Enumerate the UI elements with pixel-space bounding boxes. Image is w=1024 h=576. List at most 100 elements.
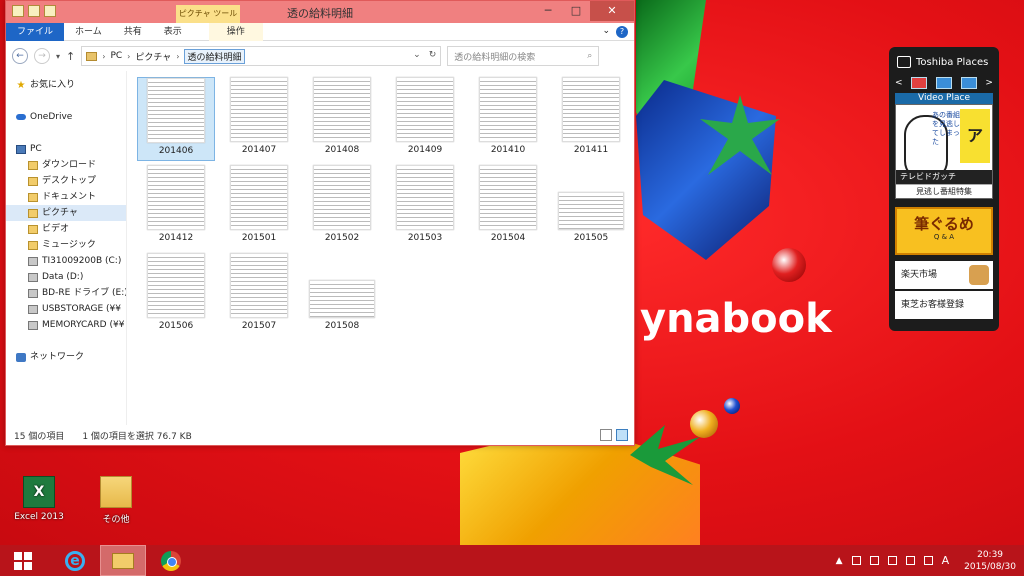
file-item[interactable]: 201507 — [220, 253, 298, 337]
sidebar-item-drive-d[interactable]: Data (D:) — [6, 269, 126, 285]
file-grid: 201406 201407 201408 201409 201410 201411 2014… — [127, 71, 634, 425]
breadcrumb-pictures[interactable]: ピクチャ — [135, 50, 171, 63]
sidebar-item-label: ミュージック — [42, 240, 96, 250]
internet-explorer-icon: e — [65, 550, 85, 571]
desktop-icon-other-folder[interactable]: その他 — [87, 476, 145, 525]
tab-share[interactable]: 共有 — [113, 23, 153, 41]
battery-icon[interactable] — [887, 556, 897, 565]
toshiba-places-title: Toshiba Places — [916, 56, 989, 68]
address-bar[interactable]: › PC › ピクチャ › 透の給料明細 ⌄ ↻ — [81, 46, 442, 66]
file-name: 201407 — [241, 145, 277, 155]
close-button[interactable]: ✕ — [590, 1, 634, 21]
window-controls: ─ □ ✕ — [534, 1, 634, 21]
sidebar-item-label: USBSTORAGE (¥¥ — [42, 304, 121, 314]
navigation-bar: ← → ▾ ↑ › PC › ピクチャ › 透の給料明細 ⌄ ↻ 透の給料明細の… — [6, 41, 634, 71]
file-name: 201410 — [490, 145, 526, 155]
minimize-button[interactable]: ─ — [534, 1, 562, 21]
file-name: 201503 — [407, 233, 443, 243]
file-item[interactable]: 201409 — [386, 77, 464, 161]
drive-icon — [28, 256, 38, 266]
sidebar-item-music[interactable]: ミュージック — [6, 237, 126, 253]
breadcrumb-current[interactable]: 透の給料明細 — [184, 48, 245, 64]
flag-icon[interactable] — [851, 556, 861, 565]
tv-icon[interactable] — [911, 77, 928, 89]
search-input[interactable]: 透の給料明細の検索 ⌕ — [447, 46, 600, 66]
wifi-icon[interactable] — [905, 556, 915, 565]
refresh-icon[interactable]: ↻ — [429, 50, 437, 60]
sidebar-item-usbstorage[interactable]: USBSTORAGE (¥¥ — [6, 301, 126, 317]
video-icon[interactable] — [935, 77, 952, 89]
sidebar-item-drive-e[interactable]: BD-RE ドライブ (E:) — [6, 285, 126, 301]
folder-icon — [28, 176, 38, 186]
tab-view[interactable]: 表示 — [153, 23, 193, 41]
file-item[interactable]: 201501 — [220, 165, 298, 249]
ribbon-tabs: ファイル ホーム 共有 表示 操作 ⌄ ? — [6, 22, 634, 41]
file-item[interactable]: 201410 — [469, 77, 547, 161]
windows-logo-icon — [14, 551, 32, 570]
banner-exclaim: ア — [960, 109, 990, 163]
windows-icon[interactable] — [869, 556, 879, 565]
sidebar-item-pictures[interactable]: ピクチャ — [6, 205, 126, 221]
sidebar-item-network[interactable]: ネットワーク — [6, 349, 126, 365]
next-arrow[interactable]: > — [985, 78, 993, 88]
file-item[interactable]: 201408 — [303, 77, 381, 161]
sidebar-item-videos[interactable]: ビデオ — [6, 221, 126, 237]
music-icon[interactable] — [960, 77, 977, 89]
taskbar-file-explorer[interactable] — [100, 545, 146, 576]
recent-locations-icon[interactable]: ▾ — [56, 52, 60, 61]
up-button[interactable]: ↑ — [66, 50, 75, 63]
clock[interactable]: 20:39 2015/08/30 — [964, 549, 1016, 573]
maximize-button[interactable]: □ — [562, 1, 590, 21]
large-icons-view-icon[interactable] — [616, 429, 628, 441]
file-item[interactable]: 201503 — [386, 165, 464, 249]
speaker-icon[interactable] — [923, 556, 933, 565]
toshiba-registration-link[interactable]: 東芝お客様登録 — [895, 291, 993, 319]
file-item[interactable]: 201502 — [303, 165, 381, 249]
help-icon[interactable]: ? — [616, 26, 628, 38]
start-button[interactable] — [0, 545, 46, 576]
title-bar[interactable]: ピクチャ ツール 透の給料明細 ─ □ ✕ — [6, 1, 634, 23]
file-item[interactable]: 201504 — [469, 165, 547, 249]
details-view-icon[interactable] — [600, 429, 612, 441]
sidebar-item-desktop[interactable]: デスクトップ — [6, 173, 126, 189]
sidebar-item-drive-c[interactable]: TI31009200B (C:) — [6, 253, 126, 269]
video-place-banner[interactable]: あの番組を見逃してしまった ア テレビドガッチ 見逃し番組特集 — [895, 104, 993, 199]
sidebar-item-pc[interactable]: PC — [6, 141, 126, 157]
file-item[interactable]: 201412 — [137, 165, 215, 249]
desktop-icon-excel[interactable]: X Excel 2013 — [10, 476, 68, 522]
fude-gurume-button[interactable]: 筆ぐるめ Q & A — [895, 207, 993, 255]
taskbar-internet-explorer[interactable]: e — [52, 545, 98, 576]
file-name: 201508 — [324, 321, 360, 331]
rakuten-link[interactable]: 楽天市場 — [895, 261, 993, 289]
file-item[interactable]: 201508 — [303, 253, 381, 337]
taskbar-chrome[interactable] — [148, 545, 194, 576]
disc-drive-icon — [28, 288, 38, 298]
sidebar-item-downloads[interactable]: ダウンロード — [6, 157, 126, 173]
file-item[interactable]: 201411 — [552, 77, 630, 161]
folder-icon — [28, 192, 38, 202]
sidebar-item-label: ネットワーク — [30, 352, 85, 362]
breadcrumb-pc[interactable]: PC — [110, 51, 122, 61]
back-button[interactable]: ← — [12, 48, 28, 64]
sidebar-item-documents[interactable]: ドキュメント — [6, 189, 126, 205]
expand-ribbon-icon[interactable]: ⌄ — [602, 26, 610, 38]
file-item[interactable]: 201506 — [137, 253, 215, 337]
selection-info: 1 個の項目を選択 76.7 KB — [82, 431, 192, 442]
explorer-window: ピクチャ ツール 透の給料明細 ─ □ ✕ ファイル ホーム 共有 表示 操作 … — [5, 0, 635, 446]
file-item[interactable]: 201505 — [552, 165, 630, 249]
prev-arrow[interactable]: < — [895, 78, 903, 88]
file-item[interactable]: 201406 — [137, 77, 215, 161]
forward-button[interactable]: → — [34, 48, 50, 64]
tab-home[interactable]: ホーム — [64, 23, 113, 41]
navigation-pane: ★ お気に入り OneDrive PC ダウンロード デスクトップ ドキュメント … — [6, 71, 127, 425]
address-dropdown-icon[interactable]: ⌄ — [413, 50, 421, 60]
ime-mode[interactable]: A — [942, 554, 950, 567]
breadcrumb-separator: › — [176, 51, 180, 61]
sidebar-item-favorites[interactable]: ★ お気に入り — [6, 77, 126, 93]
tab-manage[interactable]: 操作 — [208, 22, 263, 41]
show-hidden-icons[interactable]: ▲ — [836, 556, 843, 566]
sidebar-item-memorycard[interactable]: MEMORYCARD (¥¥ — [6, 317, 126, 333]
tab-file[interactable]: ファイル — [6, 22, 65, 41]
sidebar-item-onedrive[interactable]: OneDrive — [6, 109, 126, 125]
file-item[interactable]: 201407 — [220, 77, 298, 161]
